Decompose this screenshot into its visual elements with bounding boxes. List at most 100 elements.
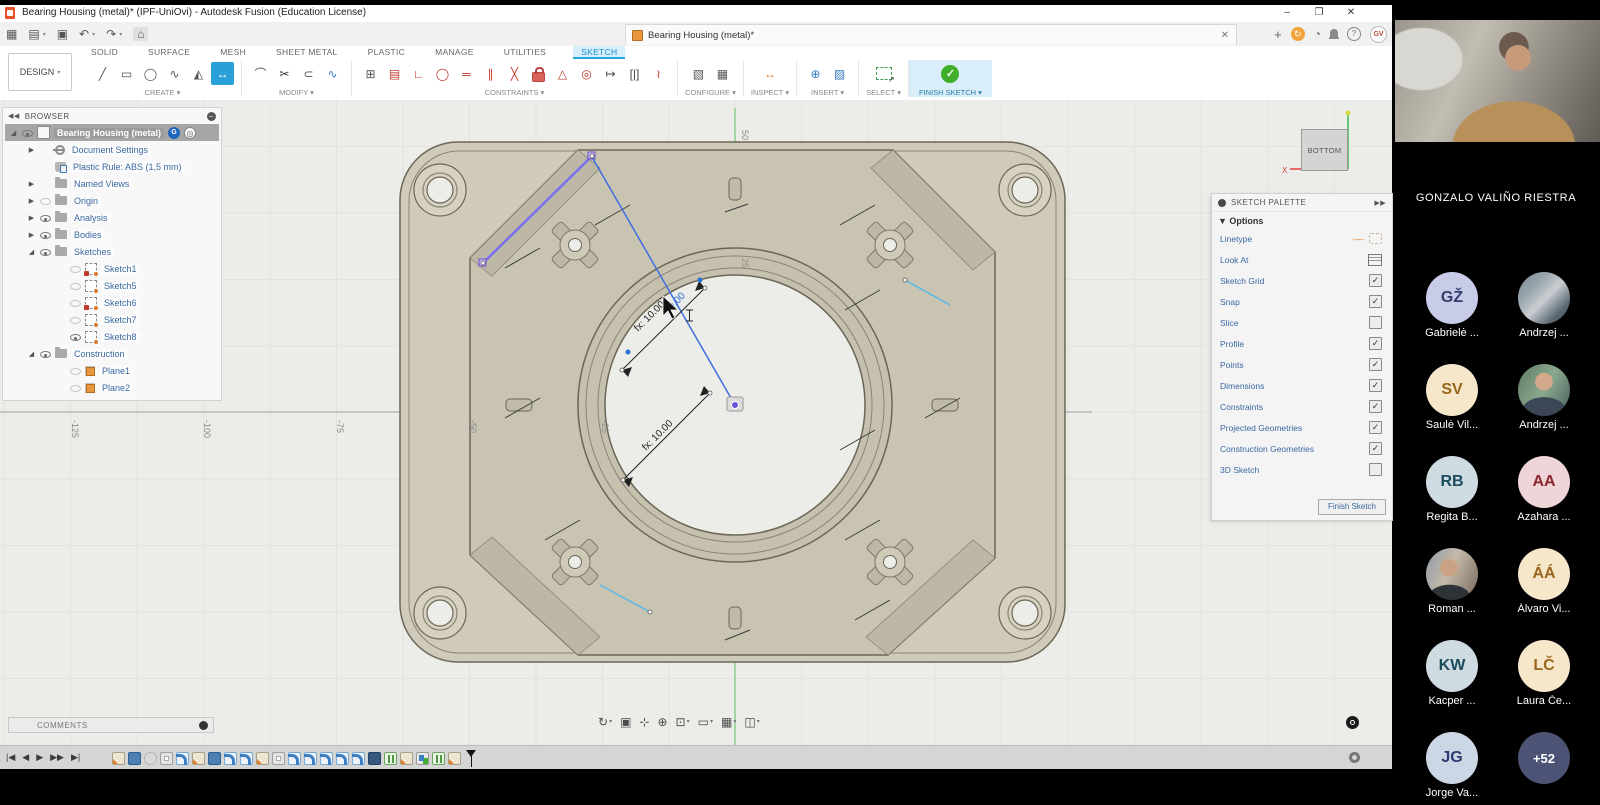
chevron-down-icon[interactable]: ▾ — [733, 719, 736, 725]
timeline-feature-component[interactable] — [416, 752, 429, 765]
concentric-tool-icon[interactable]: ◎ — [575, 62, 598, 85]
expand-arrow-icon[interactable]: ◢ — [27, 350, 36, 358]
browser-item-plane2[interactable]: Plane2 — [3, 379, 221, 396]
tab-mesh[interactable]: MESH — [217, 46, 249, 59]
mirror-tool-icon[interactable]: ◭ — [187, 62, 210, 85]
job-status-icon[interactable]: ↻ — [1291, 27, 1305, 41]
triangle-tool-icon[interactable]: △ — [551, 62, 574, 85]
browser-item-bearing-housing-metal-[interactable]: ◢Bearing Housing (metal)G◎ — [5, 124, 219, 141]
palette-expand-icon[interactable]: ▶▶ — [1374, 199, 1386, 207]
timeline-feature-extrude[interactable] — [208, 752, 221, 765]
checkbox-3d-sketch[interactable] — [1369, 463, 1382, 476]
fit-icon[interactable]: ⊡▾ — [676, 716, 690, 728]
curve-tool-icon[interactable]: ∿ — [321, 62, 344, 85]
curvature-tool-icon[interactable]: ≀ — [647, 62, 670, 85]
tab-plastic[interactable]: PLASTIC — [365, 46, 409, 59]
equal-tool-icon[interactable]: ═ — [455, 62, 478, 85]
timeline-feature-sketch[interactable] — [192, 752, 205, 765]
notifications-icon[interactable] — [1330, 29, 1338, 37]
sketch-dimension-tool-icon[interactable]: ↔ — [211, 62, 234, 85]
timeline-feature-fillet[interactable] — [176, 752, 189, 765]
offset-tool-icon[interactable]: ⊂ — [297, 62, 320, 85]
document-tab[interactable]: Bearing Housing (metal)* ✕ — [625, 24, 1237, 45]
document-tab-close-icon[interactable]: ✕ — [1221, 30, 1229, 41]
skip-start-button[interactable]: |◀ — [6, 752, 15, 763]
timeline-feature-fillet[interactable] — [352, 752, 365, 765]
browser-item-sketch1[interactable]: Sketch1 — [3, 260, 221, 277]
viewport-canvas[interactable]: fx: 10.00 fx: 10.00 10.00 -125 -1 — [0, 100, 1392, 745]
finish-sketch-small-button[interactable]: Finish Sketch — [1318, 499, 1386, 515]
group-label-configure[interactable]: CONFIGURE ▾ — [685, 88, 736, 97]
timeline-feature-fillet[interactable] — [320, 752, 333, 765]
finish-sketch-label[interactable]: FINISH SKETCH ▾ — [919, 88, 982, 97]
save-icon[interactable]: ▣ — [57, 28, 68, 40]
visibility-eye-icon[interactable] — [70, 314, 81, 325]
chevron-down-icon[interactable]: ▾ — [710, 719, 713, 725]
file-icon[interactable]: ▤ — [28, 28, 39, 40]
group-label-insert[interactable]: INSERT ▾ — [811, 88, 844, 97]
chevron-down-icon[interactable]: ▾ — [92, 31, 95, 38]
circle-tool-icon[interactable]: ◯ — [139, 62, 162, 85]
expand-arrow-icon[interactable]: ◢ — [9, 129, 18, 137]
timeline-feature-sketch[interactable] — [256, 752, 269, 765]
help-icon[interactable]: ? — [1347, 27, 1361, 41]
expand-arrow-icon[interactable]: ▶ — [27, 197, 36, 205]
undo-icon[interactable]: ↶ — [79, 28, 89, 40]
pan-icon[interactable]: ⊹ — [639, 716, 649, 728]
polygon-circle-tool-icon[interactable]: ◯ — [431, 62, 454, 85]
capture-image-button[interactable] — [1346, 716, 1359, 729]
visibility-eye-icon[interactable] — [70, 263, 81, 274]
comments-toggle-icon[interactable] — [199, 721, 208, 730]
visibility-eye-icon[interactable] — [70, 382, 81, 393]
timeline-feature-extrude[interactable] — [128, 752, 141, 765]
tangent-tool-icon[interactable]: ╳ — [503, 62, 526, 85]
collapse-icon[interactable]: ◀◀ — [8, 112, 20, 120]
expand-arrow-icon[interactable]: ▶ — [27, 180, 36, 188]
trim-tool-icon[interactable]: ✂ — [273, 62, 296, 85]
browser-item-analysis[interactable]: ▶Analysis — [3, 209, 221, 226]
browser-item-plane1[interactable]: Plane1 — [3, 362, 221, 379]
construction-linetype-icon[interactable]: –·– — [1353, 234, 1363, 244]
participant-tile[interactable]: LČLaura Če... — [1498, 640, 1590, 707]
visibility-eye-icon[interactable] — [40, 229, 51, 240]
app-grid-icon[interactable]: ▦ — [6, 28, 17, 40]
participant-tile[interactable]: GŽGabrielė ... — [1406, 272, 1498, 339]
timeline-feature-fillet[interactable] — [288, 752, 301, 765]
browser-item-plastic-rule-abs-1-5-mm-[interactable]: Plastic Rule: ABS (1,5 mm) — [3, 158, 221, 175]
tab-sketch[interactable]: SKETCH — [573, 46, 625, 59]
checkbox-dimensions[interactable]: ✓ — [1369, 379, 1382, 392]
configuration-table-tool-icon[interactable]: ▦ — [711, 62, 734, 85]
browser-item-construction[interactable]: ◢Construction — [3, 345, 221, 362]
timeline-feature-green[interactable] — [432, 752, 445, 765]
browser-item-named-views[interactable]: ▶Named Views — [3, 175, 221, 192]
close-button[interactable]: ✕ — [1336, 5, 1366, 21]
checkbox-snap[interactable]: ✓ — [1369, 295, 1382, 308]
viewcube[interactable]: BOTTOM — [1301, 129, 1348, 171]
account-avatar[interactable]: GV — [1370, 26, 1387, 43]
visibility-eye-icon[interactable] — [40, 246, 51, 257]
checkbox-slice[interactable] — [1369, 316, 1382, 329]
tab-sheet-metal[interactable]: SHEET METAL — [273, 46, 341, 59]
participant-tile[interactable]: KWKacper ... — [1406, 640, 1498, 707]
grid-display-icon[interactable]: ▦▾ — [721, 716, 736, 728]
visibility-eye-icon[interactable] — [40, 195, 51, 206]
participant-tile[interactable]: AAAzahara ... — [1498, 456, 1590, 523]
chevron-down-icon[interactable]: ▾ — [609, 719, 612, 725]
visibility-eye-icon[interactable] — [70, 365, 81, 376]
browser-item-sketch6[interactable]: Sketch6 — [3, 294, 221, 311]
driven-dimension-tool-icon[interactable]: ▤ — [383, 62, 406, 85]
presenter-video[interactable]: GONZALO VALIÑO RIESTRA — [1392, 0, 1600, 232]
expand-arrow-icon[interactable]: ▶ — [27, 146, 36, 154]
finish-sketch-button[interactable]: ✓ — [939, 62, 962, 85]
rectangle-tool-icon[interactable]: ▭ — [115, 62, 138, 85]
browser-item-document-settings[interactable]: ▶Document Settings — [3, 141, 221, 158]
group-label-create[interactable]: CREATE ▾ — [145, 88, 181, 97]
expand-arrow-icon[interactable]: ◢ — [27, 248, 36, 256]
timeline-feature-green[interactable] — [384, 752, 397, 765]
group-label-constraints[interactable]: CONSTRAINTS ▾ — [485, 88, 545, 97]
checkbox-projected-geometries[interactable]: ✓ — [1369, 421, 1382, 434]
insert-canvas-tool-icon[interactable]: ▨ — [828, 62, 851, 85]
visibility-eye-icon[interactable] — [40, 348, 51, 359]
orbit-icon[interactable]: ↻▾ — [598, 716, 612, 728]
select-tool-icon[interactable] — [872, 62, 895, 85]
